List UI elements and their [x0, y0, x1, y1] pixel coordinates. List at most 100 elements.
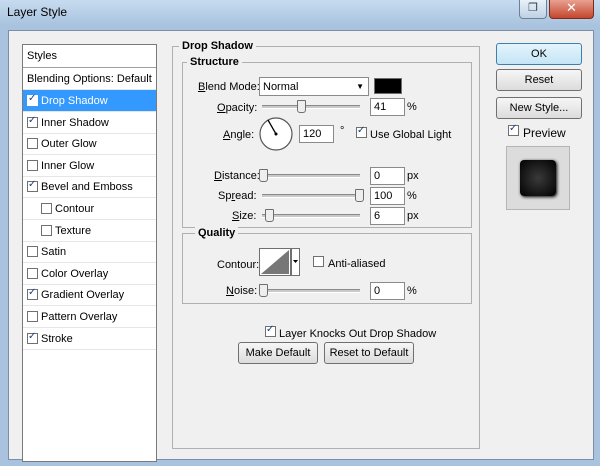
style-item-label: Texture	[55, 224, 92, 237]
style-item-label: Bevel and Emboss	[41, 181, 133, 194]
style-item-label: Satin	[41, 246, 67, 259]
reset-to-default-button[interactable]: Reset to Default	[324, 342, 414, 364]
anti-aliased-label: Anti-aliased	[328, 258, 386, 270]
style-item-checkbox[interactable]	[41, 224, 52, 236]
style-item-texture[interactable]: Texture	[23, 220, 156, 242]
angle-input[interactable]: 120	[299, 125, 334, 143]
blend-mode-label: Blend Mode:	[198, 81, 260, 93]
structure-group: Structure Blend Mode: Normal ▼ Opacity: …	[182, 56, 472, 228]
blend-mode-value: Normal	[263, 81, 299, 93]
anti-aliased-checkbox[interactable]	[313, 256, 324, 267]
preview-label: Preview	[523, 126, 566, 140]
style-item-outer-glow[interactable]: Outer Glow	[23, 133, 156, 156]
preview-checkbox[interactable]	[508, 123, 519, 136]
restore-icon: ❐	[528, 2, 538, 14]
style-item-inner-glow[interactable]: Inner Glow	[23, 155, 156, 177]
quality-title: Quality	[195, 227, 239, 239]
dialog-body: Styles Blending Options: Default Drop Sh…	[8, 30, 594, 462]
size-slider-track[interactable]	[262, 214, 360, 218]
layer-knocks-out-label: Layer Knocks Out Drop Shadow	[279, 328, 437, 340]
style-item-contour[interactable]: Contour	[23, 198, 156, 220]
styles-header[interactable]: Styles	[23, 45, 156, 68]
style-item-label: Pattern Overlay	[41, 311, 118, 323]
style-item-checkbox[interactable]	[27, 93, 38, 106]
style-item-checkbox[interactable]	[27, 331, 38, 344]
style-item-satin[interactable]: Satin	[23, 241, 156, 264]
distance-input[interactable]: 0	[370, 167, 405, 185]
spread-unit: %	[407, 190, 417, 202]
quality-group: Quality Contour: Anti-aliased Noise: 0 %	[182, 227, 472, 304]
close-icon: ✕	[566, 0, 577, 15]
style-item-label: Gradient Overlay	[41, 289, 125, 302]
preview-swatch	[520, 160, 556, 196]
style-item-checkbox[interactable]	[27, 267, 38, 279]
opacity-label: Opacity:	[217, 102, 258, 114]
noise-input[interactable]: 0	[370, 282, 405, 300]
style-item-inner-shadow[interactable]: Inner Shadow	[23, 112, 156, 134]
style-item-bevel-and-emboss[interactable]: Bevel and Emboss	[23, 176, 156, 199]
size-slider-thumb[interactable]	[265, 209, 274, 222]
style-item-label: Outer Glow	[41, 138, 97, 151]
blend-mode-select[interactable]: Normal ▼	[259, 77, 369, 96]
title-bar: Layer Style ❐ ✕	[0, 0, 600, 25]
noise-slider-track[interactable]	[262, 289, 360, 293]
style-item-drop-shadow[interactable]: Drop Shadow	[23, 90, 156, 112]
spread-label: Spread:	[218, 190, 257, 202]
opacity-input[interactable]: 41	[370, 98, 405, 116]
layer-knocks-out-checkbox[interactable]	[265, 324, 276, 337]
spread-slider-track[interactable]	[262, 194, 360, 198]
style-item-checkbox[interactable]	[27, 179, 38, 193]
styles-list: Styles Blending Options: Default Drop Sh…	[22, 44, 157, 462]
new-style-button[interactable]: New Style...	[496, 97, 582, 119]
restore-button[interactable]: ❐	[519, 0, 547, 19]
style-item-label: Drop Shadow	[41, 95, 108, 107]
blending-options-item[interactable]: Blending Options: Default	[23, 68, 156, 90]
style-item-color-overlay[interactable]: Color Overlay	[23, 263, 156, 285]
use-global-light-label: Use Global Light	[370, 129, 452, 141]
style-item-gradient-overlay[interactable]: Gradient Overlay	[23, 284, 156, 307]
reset-button[interactable]: Reset	[496, 69, 582, 91]
distance-unit: px	[407, 170, 419, 182]
style-item-label: Stroke	[41, 332, 73, 345]
close-button[interactable]: ✕	[549, 0, 594, 19]
opacity-slider-thumb[interactable]	[297, 100, 306, 113]
angle-label: Angle:	[223, 129, 255, 141]
contour-picker[interactable]	[259, 248, 300, 276]
angle-unit: °	[340, 125, 345, 137]
style-item-pattern-overlay[interactable]: Pattern Overlay	[23, 306, 156, 328]
contour-label: Contour:	[217, 259, 260, 271]
shadow-color-swatch[interactable]	[374, 78, 402, 94]
use-global-light-checkbox[interactable]	[356, 125, 367, 138]
size-input[interactable]: 6	[370, 207, 405, 225]
opacity-unit: %	[407, 101, 417, 113]
distance-slider-thumb[interactable]	[259, 169, 268, 182]
size-value: 6	[374, 210, 381, 222]
blending-options-label: Blending Options: Default	[27, 73, 152, 85]
opacity-value: 41	[374, 101, 387, 113]
drop-shadow-group: Drop Shadow Structure Blend Mode: Normal…	[172, 40, 480, 449]
style-item-checkbox[interactable]	[27, 287, 38, 301]
styles-header-label: Styles	[27, 50, 57, 62]
size-label: Size:	[232, 210, 257, 222]
style-item-checkbox[interactable]	[27, 246, 38, 258]
style-item-stroke[interactable]: Stroke	[23, 328, 156, 350]
angle-value: 120	[303, 128, 322, 140]
size-unit: px	[407, 210, 419, 222]
spread-slider-thumb[interactable]	[355, 189, 364, 202]
style-item-checkbox[interactable]	[27, 159, 38, 171]
style-item-label: Inner Glow	[41, 159, 95, 172]
spread-input[interactable]: 100	[370, 187, 405, 205]
noise-slider-thumb[interactable]	[259, 284, 268, 297]
distance-slider-track[interactable]	[262, 174, 360, 178]
angle-dial[interactable]	[258, 116, 294, 152]
ok-button[interactable]: OK	[496, 43, 582, 65]
window-title: Layer Style	[7, 5, 68, 19]
chevron-down-icon: ▼	[356, 82, 364, 91]
style-item-checkbox[interactable]	[27, 311, 38, 322]
make-default-button[interactable]: Make Default	[238, 342, 318, 364]
opacity-slider-track[interactable]	[262, 105, 360, 109]
style-item-checkbox[interactable]	[27, 115, 38, 128]
layer-style-dialog: Layer Style ❐ ✕ Styles Blending Options:…	[0, 0, 600, 466]
style-item-checkbox[interactable]	[41, 203, 52, 214]
style-item-checkbox[interactable]	[27, 138, 38, 150]
